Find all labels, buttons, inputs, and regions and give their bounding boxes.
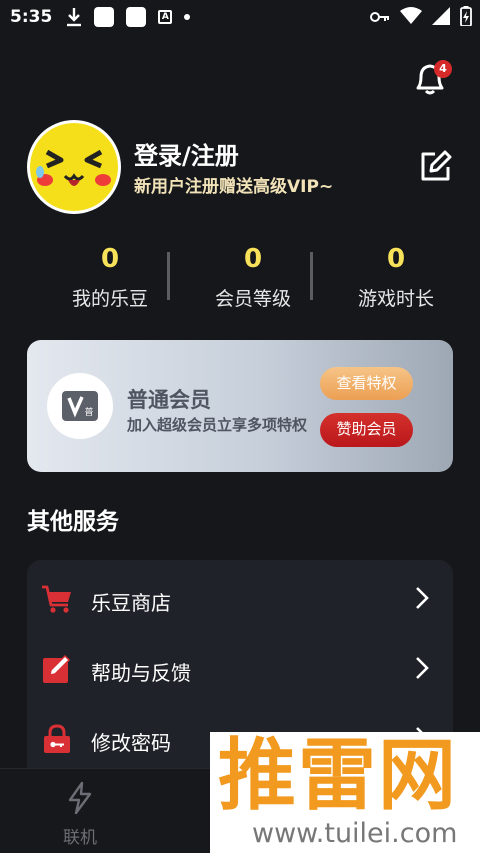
member-description: 加入超级会员立享多项特权 — [127, 416, 308, 434]
menu-item-label: 帮助与反馈 — [91, 661, 191, 685]
nav-item-label: 联机 — [63, 828, 97, 848]
stat-label: 我的乐豆 — [71, 288, 148, 310]
stat-member-level[interactable]: 0 会员等级 — [183, 244, 323, 311]
menu-item-ledou-store[interactable]: 乐豆商店 — [27, 563, 453, 633]
cart-icon — [41, 583, 73, 615]
member-card: 普 普通会员 加入超级会员立享多项特权 查看特权 赞助会员 — [27, 340, 453, 472]
signal-icon — [432, 7, 450, 30]
stat-value: 0 — [243, 244, 263, 274]
stat-divider — [310, 252, 313, 300]
watermark-url: www.tuilei.com — [252, 818, 458, 849]
view-privilege-button[interactable]: 查看特权 — [320, 367, 413, 400]
nav-item-online[interactable]: 联机 — [52, 781, 108, 848]
stat-label: 游戏时长 — [357, 288, 434, 310]
font-a-icon: A — [158, 10, 173, 24]
menu-item-label: 乐豆商店 — [91, 591, 171, 615]
status-bar: 5:35 A — [0, 0, 480, 34]
member-title: 普通会员 — [127, 388, 211, 412]
sponsor-member-button[interactable]: 赞助会员 — [320, 413, 413, 447]
watermark-title: 推雷网 — [218, 731, 459, 821]
stat-value: 0 — [386, 244, 406, 274]
section-title-other-services: 其他服务 — [27, 509, 119, 535]
status-right — [370, 6, 472, 31]
login-register-title[interactable]: 登录/注册 — [134, 136, 239, 171]
chevron-right-icon — [413, 585, 431, 611]
stat-ledou[interactable]: 0 我的乐豆 — [40, 244, 180, 311]
wifi-icon — [400, 7, 422, 30]
feedback-edit-icon — [41, 653, 73, 685]
stat-game-time[interactable]: 0 游戏时长 — [326, 244, 466, 311]
download-icon — [66, 7, 82, 27]
lock-icon — [41, 723, 73, 755]
avatar[interactable] — [27, 120, 121, 214]
status-time: 5:35 — [10, 7, 53, 27]
stat-label: 会员等级 — [214, 288, 291, 310]
chevron-right-icon — [413, 655, 431, 681]
member-logo-text: 普 — [84, 406, 93, 418]
dot-icon — [184, 14, 191, 20]
battery-icon — [460, 6, 472, 31]
app-square-icon — [94, 7, 115, 27]
stat-value: 0 — [100, 244, 120, 274]
notification-badge: 4 — [434, 60, 452, 78]
watermark: 推雷网 www.tuilei.com — [210, 732, 480, 853]
new-user-promo-text: 新用户注册赠送高级VIP~ — [134, 177, 334, 197]
lightning-icon — [65, 781, 95, 819]
menu-item-help-feedback[interactable]: 帮助与反馈 — [27, 633, 453, 703]
key-icon — [370, 9, 390, 29]
member-logo-icon: 普 — [47, 373, 113, 439]
menu-item-label: 修改密码 — [91, 731, 171, 755]
stat-divider — [167, 252, 170, 300]
app-square-icon — [126, 7, 147, 27]
edit-profile-icon[interactable] — [418, 148, 454, 184]
